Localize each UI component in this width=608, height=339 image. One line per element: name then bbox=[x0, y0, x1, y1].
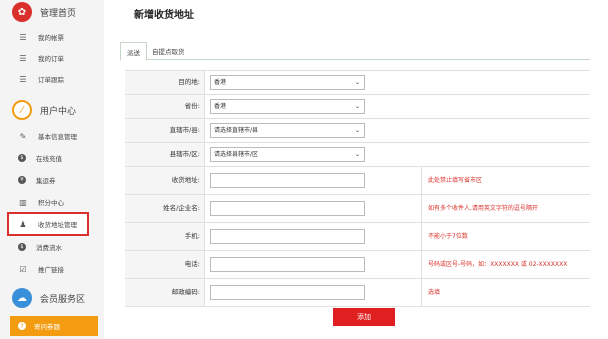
address-row: 收货地址: 此处禁止填写省市区 bbox=[125, 167, 590, 195]
district-row: 县辖市/区: 请选择县辖市/区 ⌄ bbox=[125, 143, 590, 167]
phone-row: 电话: 号码或区号-号码，如：XXXXXXX 或 02-XXXXXXX bbox=[125, 251, 590, 279]
sidebar-item-survey[interactable]: ? 寄问券题 bbox=[10, 316, 98, 336]
province-row: 省份: 香港 ⌄ bbox=[125, 95, 590, 119]
address-hint: 此处禁止填写省市区 bbox=[421, 167, 590, 194]
district-select[interactable]: 请选择县辖市/区 ⌄ bbox=[210, 147, 365, 162]
list-icon: ☰ bbox=[19, 53, 27, 63]
mobile-label: 手机: bbox=[125, 223, 205, 250]
item-label: 寄问券题 bbox=[34, 323, 60, 331]
dollar-icon: $ bbox=[18, 154, 26, 162]
province-select[interactable]: 香港 ⌄ bbox=[210, 99, 365, 114]
item-label: 在线充值 bbox=[36, 155, 62, 163]
address-input[interactable] bbox=[210, 173, 365, 188]
gear-icon: ✿ bbox=[12, 2, 32, 22]
city-select[interactable]: 请选择直辖市/县 ⌄ bbox=[210, 123, 365, 138]
item-label: 积分中心 bbox=[38, 199, 64, 207]
select-value: 请选择县辖市/区 bbox=[214, 151, 259, 158]
select-value: 香港 bbox=[214, 79, 227, 86]
sidebar-item-points[interactable]: ▥ 积分中心 bbox=[0, 191, 104, 213]
phone-label: 电话: bbox=[125, 251, 205, 278]
item-label: 推广链接 bbox=[38, 266, 64, 274]
add-button[interactable]: 添加 bbox=[333, 308, 395, 326]
tab-bar: 派送 自提点取货 bbox=[120, 40, 590, 61]
sidebar: ✿ 管理首页 ☰ 我的帐票 ☰ 我的订单 ☰ 订单跟踪 ⁄ 用户中心 ✎ 基本信… bbox=[0, 0, 104, 339]
item-label: 消费流水 bbox=[36, 244, 62, 252]
section-label: 会员服务区 bbox=[40, 294, 86, 305]
sidebar-item-recharge[interactable]: $ 在线充值 bbox=[0, 147, 104, 169]
district-label: 县辖市/区: bbox=[125, 143, 205, 166]
dollar-icon: $ bbox=[18, 243, 26, 251]
item-label: 收货地址管理 bbox=[38, 221, 77, 229]
sidebar-item-address-manage[interactable]: ♟ 收货地址管理 bbox=[7, 212, 89, 236]
city-row: 直辖市/县: 请选择直辖市/县 ⌄ bbox=[125, 119, 590, 143]
section-label: 管理首页 bbox=[40, 8, 77, 19]
name-input[interactable] bbox=[210, 201, 365, 216]
edit-icon: ✎ bbox=[19, 131, 27, 141]
item-label: 我的订单 bbox=[38, 55, 64, 63]
address-form: 目的地: 香港 ⌄ 省份: 香港 ⌄ 直辖市/县: 请选择直辖市/县 ⌄ 县辖市/区:… bbox=[125, 70, 590, 307]
tab-delivery[interactable]: 派送 bbox=[120, 42, 147, 61]
sidebar-item-my-orders[interactable]: ☰ 我的订单 bbox=[0, 47, 104, 69]
chevron-down-icon: ⌄ bbox=[354, 79, 360, 86]
list-icon: ☰ bbox=[19, 32, 27, 42]
sidebar-item-coupon[interactable]: ¥ 集运券 bbox=[0, 169, 104, 191]
chevron-down-icon: ⌄ bbox=[354, 151, 360, 158]
section-label: 用户中心 bbox=[40, 106, 77, 117]
city-label: 直辖市/县: bbox=[125, 119, 205, 142]
handshake-icon: ☁ bbox=[12, 288, 32, 308]
list-icon: ☰ bbox=[19, 74, 27, 84]
item-label: 基本信息管理 bbox=[38, 133, 77, 141]
item-label: 订单跟踪 bbox=[38, 76, 64, 84]
zip-label: 邮政编码: bbox=[125, 279, 205, 306]
select-value: 请选择直辖市/县 bbox=[214, 127, 259, 134]
phone-input[interactable] bbox=[210, 257, 365, 272]
zip-hint: 选填 bbox=[421, 279, 590, 306]
chevron-down-icon: ⌄ bbox=[354, 103, 360, 110]
mobile-row: 手机: 不能小于7位数 bbox=[125, 223, 590, 251]
chevron-down-icon: ⌄ bbox=[354, 127, 360, 134]
sidebar-item-promo-link[interactable]: ☑ 推广链接 bbox=[0, 258, 104, 280]
page-title: 新增收货地址 bbox=[134, 10, 194, 21]
coupon-icon: ¥ bbox=[18, 176, 26, 184]
question-icon: ? bbox=[18, 322, 26, 330]
name-label: 姓名/企业名: bbox=[125, 195, 205, 222]
address-label: 收货地址: bbox=[125, 167, 205, 194]
phone-hint: 号码或区号-号码，如：XXXXXXX 或 02-XXXXXXX bbox=[421, 251, 590, 278]
sidebar-section-member[interactable]: ☁ 会员服务区 bbox=[0, 286, 104, 310]
name-row: 姓名/企业名: 如有多个收件人,请用英文字符的逗号隔开 bbox=[125, 195, 590, 223]
destination-row: 目的地: 香港 ⌄ bbox=[125, 71, 590, 95]
sidebar-item-order-tracking[interactable]: ☰ 订单跟踪 bbox=[0, 68, 104, 90]
name-hint: 如有多个收件人,请用英文字符的逗号隔开 bbox=[421, 195, 590, 222]
sidebar-section-user[interactable]: ⁄ 用户中心 bbox=[0, 98, 104, 122]
user-icon: ♟ bbox=[19, 219, 27, 229]
destination-label: 目的地: bbox=[125, 71, 205, 94]
sidebar-item-basic-info[interactable]: ✎ 基本信息管理 bbox=[0, 125, 104, 147]
zip-row: 邮政编码: 选填 bbox=[125, 279, 590, 307]
mobile-hint: 不能小于7位数 bbox=[421, 223, 590, 250]
item-label: 集运券 bbox=[36, 177, 56, 185]
select-value: 香港 bbox=[214, 103, 227, 110]
sidebar-item-my-bills[interactable]: ☰ 我的帐票 bbox=[0, 26, 104, 48]
zip-input[interactable] bbox=[210, 285, 365, 300]
link-icon: ☑ bbox=[19, 264, 27, 274]
province-label: 省份: bbox=[125, 95, 205, 118]
mobile-input[interactable] bbox=[210, 229, 365, 244]
sidebar-section-home[interactable]: ✿ 管理首页 bbox=[0, 0, 104, 24]
sidebar-item-consumption[interactable]: $ 消费流水 bbox=[0, 236, 104, 258]
points-icon: ▥ bbox=[19, 197, 27, 207]
item-label: 我的帐票 bbox=[38, 34, 64, 42]
destination-select[interactable]: 香港 ⌄ bbox=[210, 75, 365, 90]
tab-pickup[interactable]: 自提点取货 bbox=[146, 42, 191, 60]
user-circle-icon: ⁄ bbox=[12, 100, 32, 120]
